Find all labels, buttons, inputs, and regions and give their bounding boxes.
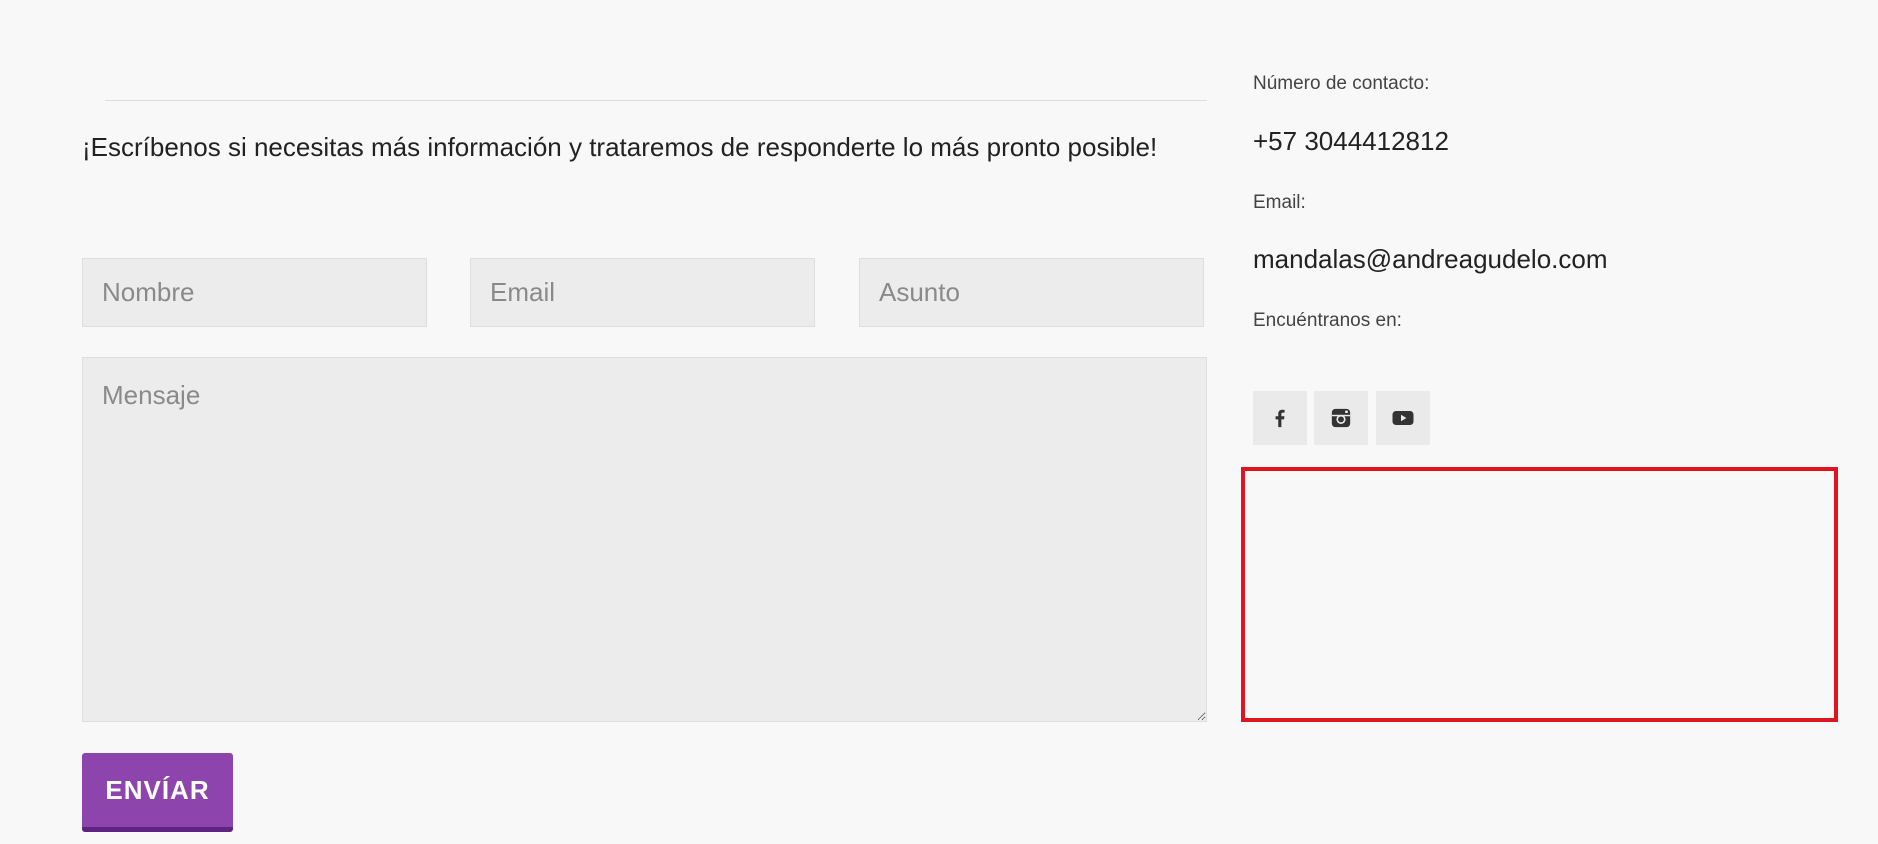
message-textarea[interactable] bbox=[82, 357, 1207, 722]
youtube-icon bbox=[1392, 411, 1414, 425]
facebook-link[interactable] bbox=[1253, 391, 1307, 445]
facebook-icon bbox=[1275, 409, 1285, 428]
instagram-icon bbox=[1331, 408, 1351, 428]
subject-input[interactable] bbox=[859, 258, 1204, 327]
youtube-link[interactable] bbox=[1376, 391, 1430, 445]
contact-intro-text: ¡Escríbenos si necesitas más información… bbox=[82, 132, 1158, 162]
phone-number: +57 3044412812 bbox=[1253, 126, 1449, 156]
email-address: mandalas@andreagudelo.com bbox=[1253, 244, 1608, 274]
email-input[interactable] bbox=[470, 258, 815, 327]
email-label: Email: bbox=[1253, 192, 1306, 213]
map-embed-area bbox=[1241, 467, 1838, 722]
instagram-link[interactable] bbox=[1314, 391, 1368, 445]
name-input[interactable] bbox=[82, 258, 427, 327]
section-divider bbox=[105, 100, 1207, 101]
phone-label: Número de contacto: bbox=[1253, 73, 1430, 94]
social-label: Encuéntranos en: bbox=[1253, 310, 1402, 331]
send-button[interactable]: ENVÍAR bbox=[82, 753, 233, 832]
contact-page: ¡Escríbenos si necesitas más información… bbox=[0, 0, 1878, 844]
